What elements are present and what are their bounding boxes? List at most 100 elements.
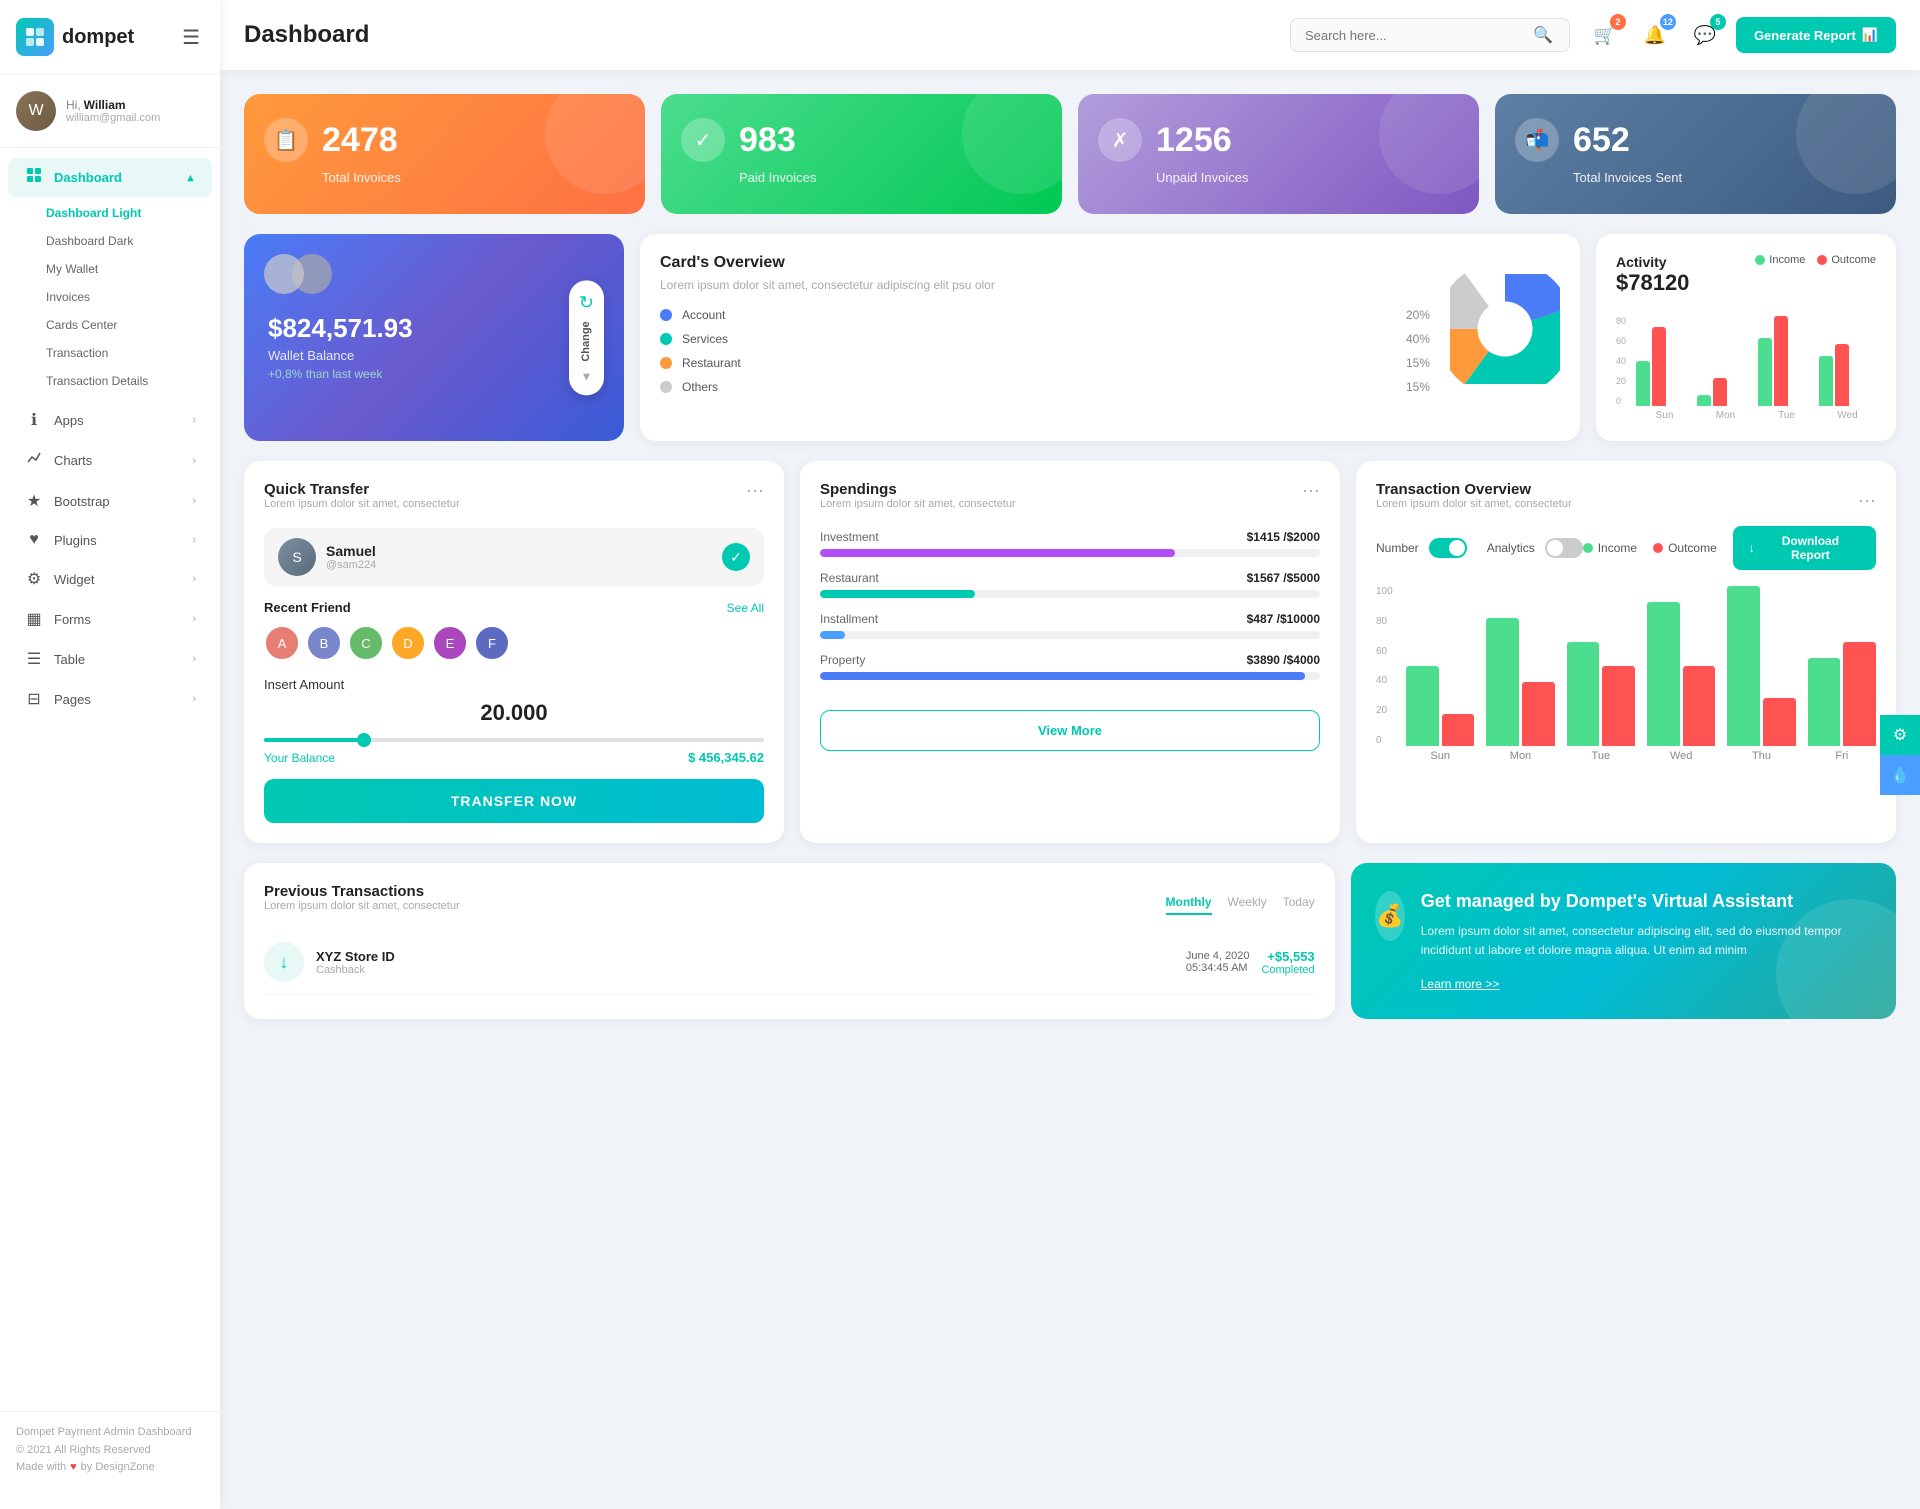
bootstrap-icon: ★ bbox=[24, 491, 44, 511]
outcome-bar-wed bbox=[1835, 344, 1849, 406]
to-more-button[interactable]: ⋯ bbox=[1858, 491, 1876, 512]
stat-paid-invoices: ✓ 983 Paid Invoices bbox=[661, 94, 1062, 214]
restaurant-pct: 15% bbox=[1406, 356, 1430, 370]
subnav-cards-center[interactable]: Cards Center bbox=[0, 311, 220, 339]
overview-item-restaurant: Restaurant 15% bbox=[660, 356, 1430, 370]
subnav-transaction[interactable]: Transaction bbox=[0, 339, 220, 367]
sidebar-dashboard-label: Dashboard bbox=[54, 170, 122, 185]
sidebar-item-forms[interactable]: ▦ Forms › bbox=[8, 600, 212, 638]
message-button[interactable]: 💬 5 bbox=[1686, 16, 1724, 54]
sidebar-item-plugins[interactable]: ♥ Plugins › bbox=[8, 522, 212, 558]
generate-report-button[interactable]: Generate Report 📊 bbox=[1736, 17, 1896, 53]
search-input[interactable] bbox=[1305, 28, 1525, 43]
friend-avatar-3[interactable]: C bbox=[348, 625, 384, 661]
charts-arrow: › bbox=[192, 455, 196, 467]
user-name: William bbox=[84, 98, 126, 112]
sp-more-button[interactable]: ⋯ bbox=[1302, 481, 1320, 502]
footer-brand: Dompet Payment Admin Dashboard bbox=[16, 1424, 204, 1442]
pt-item-datetime: June 4, 2020 05:34:45 AM bbox=[1186, 950, 1250, 974]
cart-button[interactable]: 🛒 2 bbox=[1586, 16, 1624, 54]
to-outcome-mon bbox=[1522, 682, 1555, 746]
friend-avatar-4[interactable]: D bbox=[390, 625, 426, 661]
subnav-dashboard-light[interactable]: Dashboard Light bbox=[0, 199, 220, 227]
settings-panel-button[interactable]: ⚙ bbox=[1880, 715, 1920, 755]
water-panel-button[interactable]: 💧 bbox=[1880, 755, 1920, 795]
to-outcome-sun bbox=[1442, 714, 1475, 746]
to-y-axis: 100 80 60 40 20 0 bbox=[1376, 586, 1393, 746]
analytics-toggle[interactable] bbox=[1545, 538, 1583, 558]
sidebar-item-apps[interactable]: ℹ Apps › bbox=[8, 401, 212, 439]
to-bar-wed bbox=[1647, 602, 1715, 746]
number-toggle[interactable] bbox=[1429, 538, 1467, 558]
friend-avatar-2[interactable]: B bbox=[306, 625, 342, 661]
page-title: Dashboard bbox=[244, 21, 1274, 49]
day-wed: Wed bbox=[1819, 410, 1876, 421]
tab-today[interactable]: Today bbox=[1283, 895, 1315, 915]
balance-value: $ 456,345.62 bbox=[688, 750, 764, 765]
sp-item-property: Property $3890 /$4000 bbox=[820, 653, 1320, 680]
sidebar-item-table[interactable]: ☰ Table › bbox=[8, 640, 212, 678]
widget-arrow: › bbox=[192, 573, 196, 585]
friend-avatar-1[interactable]: A bbox=[264, 625, 300, 661]
change-button[interactable]: ↻ Change ▼ bbox=[569, 280, 604, 395]
restaurant-dot bbox=[660, 357, 672, 369]
activity-amount: $78120 bbox=[1616, 270, 1689, 296]
stat-unpaid-invoices: ✗ 1256 Unpaid Invoices bbox=[1078, 94, 1479, 214]
account-label: Account bbox=[682, 308, 1396, 322]
unpaid-invoices-icon: ✗ bbox=[1098, 118, 1142, 162]
virtual-assistant-card: 💰 Get managed by Dompet's Virtual Assist… bbox=[1351, 863, 1896, 1019]
notification-button[interactable]: 🔔 12 bbox=[1636, 16, 1674, 54]
va-learn-more-link[interactable]: Learn more >> bbox=[1421, 977, 1500, 991]
wallet-circle-1 bbox=[264, 254, 304, 294]
sidebar-item-widget[interactable]: ⚙ Widget › bbox=[8, 560, 212, 598]
sidebar-item-charts[interactable]: Charts › bbox=[8, 441, 212, 480]
sidebar-item-dashboard[interactable]: Dashboard ▼ bbox=[8, 158, 212, 197]
qt-more-button[interactable]: ⋯ bbox=[746, 481, 764, 502]
sidebar-item-pages[interactable]: ⊟ Pages › bbox=[8, 680, 212, 718]
subnav-my-wallet[interactable]: My Wallet bbox=[0, 255, 220, 283]
slider-thumb[interactable] bbox=[357, 733, 371, 747]
tab-monthly[interactable]: Monthly bbox=[1166, 895, 1212, 915]
pie-chart bbox=[1450, 274, 1560, 387]
nav-section: Dashboard ▼ Dashboard Light Dashboard Da… bbox=[0, 148, 220, 728]
subnav-dashboard-dark[interactable]: Dashboard Dark bbox=[0, 227, 220, 255]
friend-avatar-6[interactable]: F bbox=[474, 625, 510, 661]
download-report-button[interactable]: ↓ Download Report bbox=[1733, 526, 1876, 570]
slider-track[interactable] bbox=[264, 738, 764, 742]
person-avatar: S bbox=[278, 538, 316, 576]
paid-invoices-number: 983 bbox=[739, 121, 796, 160]
paid-invoices-label: Paid Invoices bbox=[739, 170, 1042, 185]
main-content: Dashboard 🔍 🛒 2 🔔 12 💬 5 Generate Report… bbox=[220, 0, 1920, 1509]
investment-value: $1415 /$2000 bbox=[1247, 530, 1320, 544]
to-bar-fri bbox=[1808, 642, 1876, 746]
va-icon: 💰 bbox=[1375, 891, 1405, 941]
hamburger-button[interactable]: ☰ bbox=[178, 21, 204, 54]
to-bar-tue bbox=[1567, 642, 1635, 746]
chart-icon: 📊 bbox=[1862, 27, 1878, 43]
y40: 40 bbox=[1376, 675, 1393, 686]
sidebar-item-bootstrap[interactable]: ★ Bootstrap › bbox=[8, 482, 212, 520]
restaurant-bar bbox=[820, 590, 975, 598]
outcome-bar-mon bbox=[1713, 378, 1727, 406]
middle-card-row: $824,571.93 Wallet Balance +0,8% than la… bbox=[244, 234, 1896, 441]
view-more-button[interactable]: View More bbox=[820, 710, 1320, 751]
investment-bar bbox=[820, 549, 1175, 557]
plugins-arrow: › bbox=[192, 534, 196, 546]
subnav-transaction-details[interactable]: Transaction Details bbox=[0, 367, 220, 395]
sp-item-installment-header: Installment $487 /$10000 bbox=[820, 612, 1320, 626]
tab-weekly[interactable]: Weekly bbox=[1228, 895, 1267, 915]
to-outcome-dot bbox=[1653, 543, 1663, 553]
to-income-fri bbox=[1808, 658, 1841, 746]
notification-badge: 12 bbox=[1660, 14, 1676, 30]
analytics-toggle-group: Analytics bbox=[1487, 538, 1583, 558]
wallet-balance: $824,571.93 bbox=[268, 313, 600, 344]
pt-item-icon: ↓ bbox=[264, 942, 304, 982]
pt-item-info: XYZ Store ID Cashback bbox=[316, 949, 1174, 976]
transfer-now-button[interactable]: TRANSFER NOW bbox=[264, 779, 764, 823]
user-info: Hi, William william@gmail.com bbox=[66, 98, 160, 124]
subnav-invoices[interactable]: Invoices bbox=[0, 283, 220, 311]
account-dot bbox=[660, 309, 672, 321]
friend-avatar-5[interactable]: E bbox=[432, 625, 468, 661]
see-all-link[interactable]: See All bbox=[727, 601, 764, 615]
activity-title-area: Activity $78120 bbox=[1616, 254, 1689, 308]
